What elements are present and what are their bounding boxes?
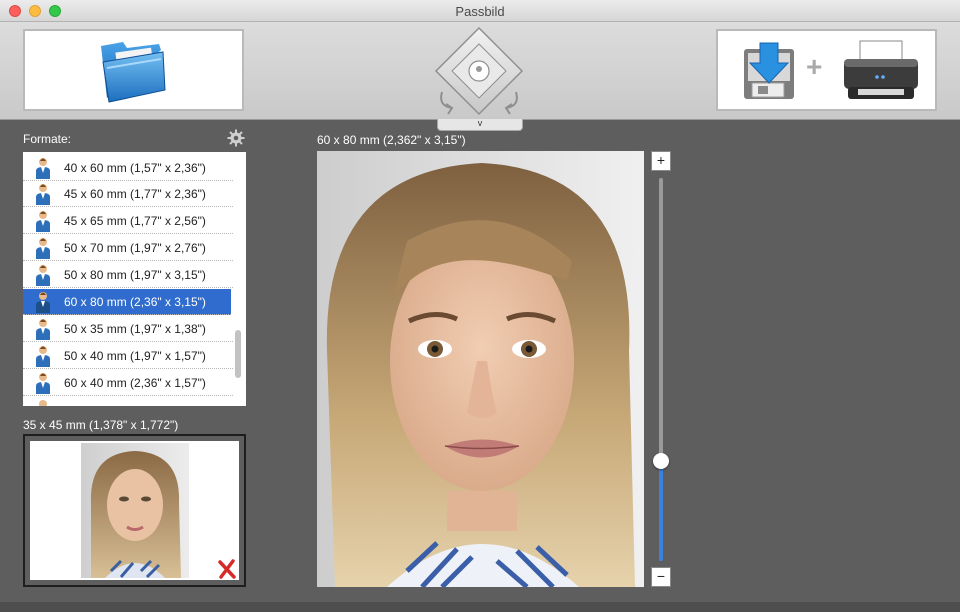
window-bottom-edge (0, 602, 960, 612)
title-bar: Passbild (0, 0, 960, 22)
person-icon (36, 373, 50, 394)
list-item-label: 60 x 40 mm (2,36" x 1,57") (64, 376, 206, 390)
list-item[interactable]: 60 x 40 mm (2,36" x 1,57") (23, 370, 233, 396)
app-window: Passbild v + Formate: 40 x 60 mm (1,57" … (0, 0, 960, 612)
zoom-in-button[interactable]: + (651, 151, 671, 171)
person-icon (36, 346, 50, 367)
zoom-out-button[interactable]: − (651, 567, 671, 587)
zoom-slider-knob[interactable] (653, 453, 669, 470)
plus-sign: + (806, 51, 823, 82)
printer-icon (844, 40, 918, 99)
main-photo[interactable] (317, 151, 644, 587)
list-item[interactable]: 50 x 80 mm (1,97" x 3,15") (23, 262, 233, 288)
list-item-label: 45 x 65 mm (1,77" x 2,56") (64, 214, 206, 228)
list-item[interactable]: 45 x 65 mm (1,77" x 2,56") (23, 208, 233, 234)
list-item-label: 40 x 60 mm (1,57" x 2,36") (64, 161, 206, 175)
main-size-label: 60 x 80 mm (2,362" x 3,15") (317, 133, 466, 147)
position-pad-icon[interactable] (434, 26, 524, 116)
list-item-label: 60 x 80 mm (2,36" x 3,15") (64, 295, 206, 309)
preview-frame[interactable] (23, 434, 246, 587)
person-icon (36, 158, 50, 179)
list-item[interactable]: 40 x 60 mm (1,57" x 2,36") (23, 155, 233, 181)
toolbar: v + (0, 22, 960, 131)
list-scrollbar[interactable] (235, 330, 241, 378)
formats-label: Formate: (23, 132, 72, 146)
person-icon (36, 265, 50, 286)
preview-canvas (30, 441, 239, 580)
delete-icon[interactable] (218, 559, 236, 579)
formats-list[interactable]: 40 x 60 mm (1,57" x 2,36") 45 x 60 mm (1… (23, 152, 246, 406)
list-item-label: 50 x 35 mm (1,97" x 1,38") (64, 322, 206, 336)
list-item-label: 50 x 40 mm (1,97" x 1,57") (64, 349, 206, 363)
list-item-partial[interactable] (23, 397, 233, 406)
person-icon (39, 400, 47, 406)
person-icon (36, 238, 50, 259)
window-title: Passbild (455, 4, 505, 19)
list-item-label: 45 x 60 mm (1,77" x 2,36") (64, 187, 206, 201)
list-item-selected[interactable]: 60 x 80 mm (2,36" x 3,15") (23, 289, 231, 315)
person-icon (36, 211, 50, 232)
save-download-icon (744, 42, 794, 99)
list-item[interactable]: 50 x 70 mm (1,97" x 2,76") (23, 235, 233, 261)
open-image-button[interactable] (23, 29, 244, 111)
preview-photo (81, 443, 189, 578)
toggle-pad-button[interactable]: v (437, 119, 523, 131)
preview-size-label: 35 x 45 mm (1,378" x 1,772") (23, 418, 179, 432)
list-item-label: 50 x 70 mm (1,97" x 2,76") (64, 241, 206, 255)
folder-icon (101, 42, 166, 103)
list-item-label: 50 x 80 mm (1,97" x 3,15") (64, 268, 206, 282)
zoom-slider-fill (659, 461, 663, 561)
list-item[interactable]: 50 x 40 mm (1,97" x 1,57") (23, 343, 233, 369)
save-print-button[interactable]: + (716, 29, 937, 111)
list-item[interactable]: 50 x 35 mm (1,97" x 1,38") (23, 316, 233, 342)
person-icon (36, 184, 50, 205)
person-icon (36, 292, 50, 313)
person-icon (36, 319, 50, 340)
list-item[interactable]: 45 x 60 mm (1,77" x 2,36") (23, 181, 233, 207)
gear-icon[interactable] (227, 129, 245, 147)
